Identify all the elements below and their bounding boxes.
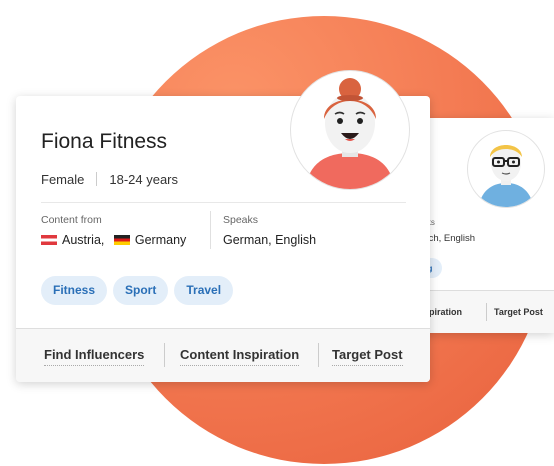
find-influencers-link[interactable]: Find Influencers <box>44 347 145 366</box>
germany-flag-icon <box>113 235 130 245</box>
tag-chip-travel[interactable]: Travel <box>174 276 234 305</box>
content-inspiration-link[interactable]: Content Inspiration <box>180 347 300 366</box>
age-range: 18-24 years <box>109 172 179 187</box>
footer-divider <box>164 343 165 367</box>
tag-chip-fitness[interactable]: Fitness <box>41 276 108 305</box>
tag-list: Fitness Sport Travel <box>41 276 239 305</box>
austria-flag-icon <box>41 235 57 245</box>
male-avatar-with-glasses-icon <box>467 130 545 208</box>
meta-divider <box>96 172 98 186</box>
column-divider <box>210 211 211 249</box>
footer-divider <box>318 343 319 367</box>
content-from-label: Content from <box>41 214 102 226</box>
target-post-link[interactable]: Target Post <box>332 347 403 366</box>
country-austria: Austria, <box>62 233 105 247</box>
influencer-name: Fiona Fitness <box>41 130 168 153</box>
card-footer: Find Influencers Content Inspiration Tar… <box>16 328 430 382</box>
target-post-link[interactable]: Target Post <box>494 307 543 317</box>
country-germany: Germany <box>134 233 187 247</box>
demographics: Female 18-24 years <box>41 172 178 187</box>
section-divider <box>41 202 406 203</box>
country-list: Austria, Germany <box>41 233 186 247</box>
female-avatar-icon <box>290 70 410 190</box>
speaks-label: Speaks <box>223 214 259 226</box>
tag-chip-sport[interactable]: Sport <box>113 276 169 305</box>
gender: Female <box>41 172 85 187</box>
speaks-value: German, English <box>223 233 317 247</box>
footer-divider <box>486 303 487 321</box>
